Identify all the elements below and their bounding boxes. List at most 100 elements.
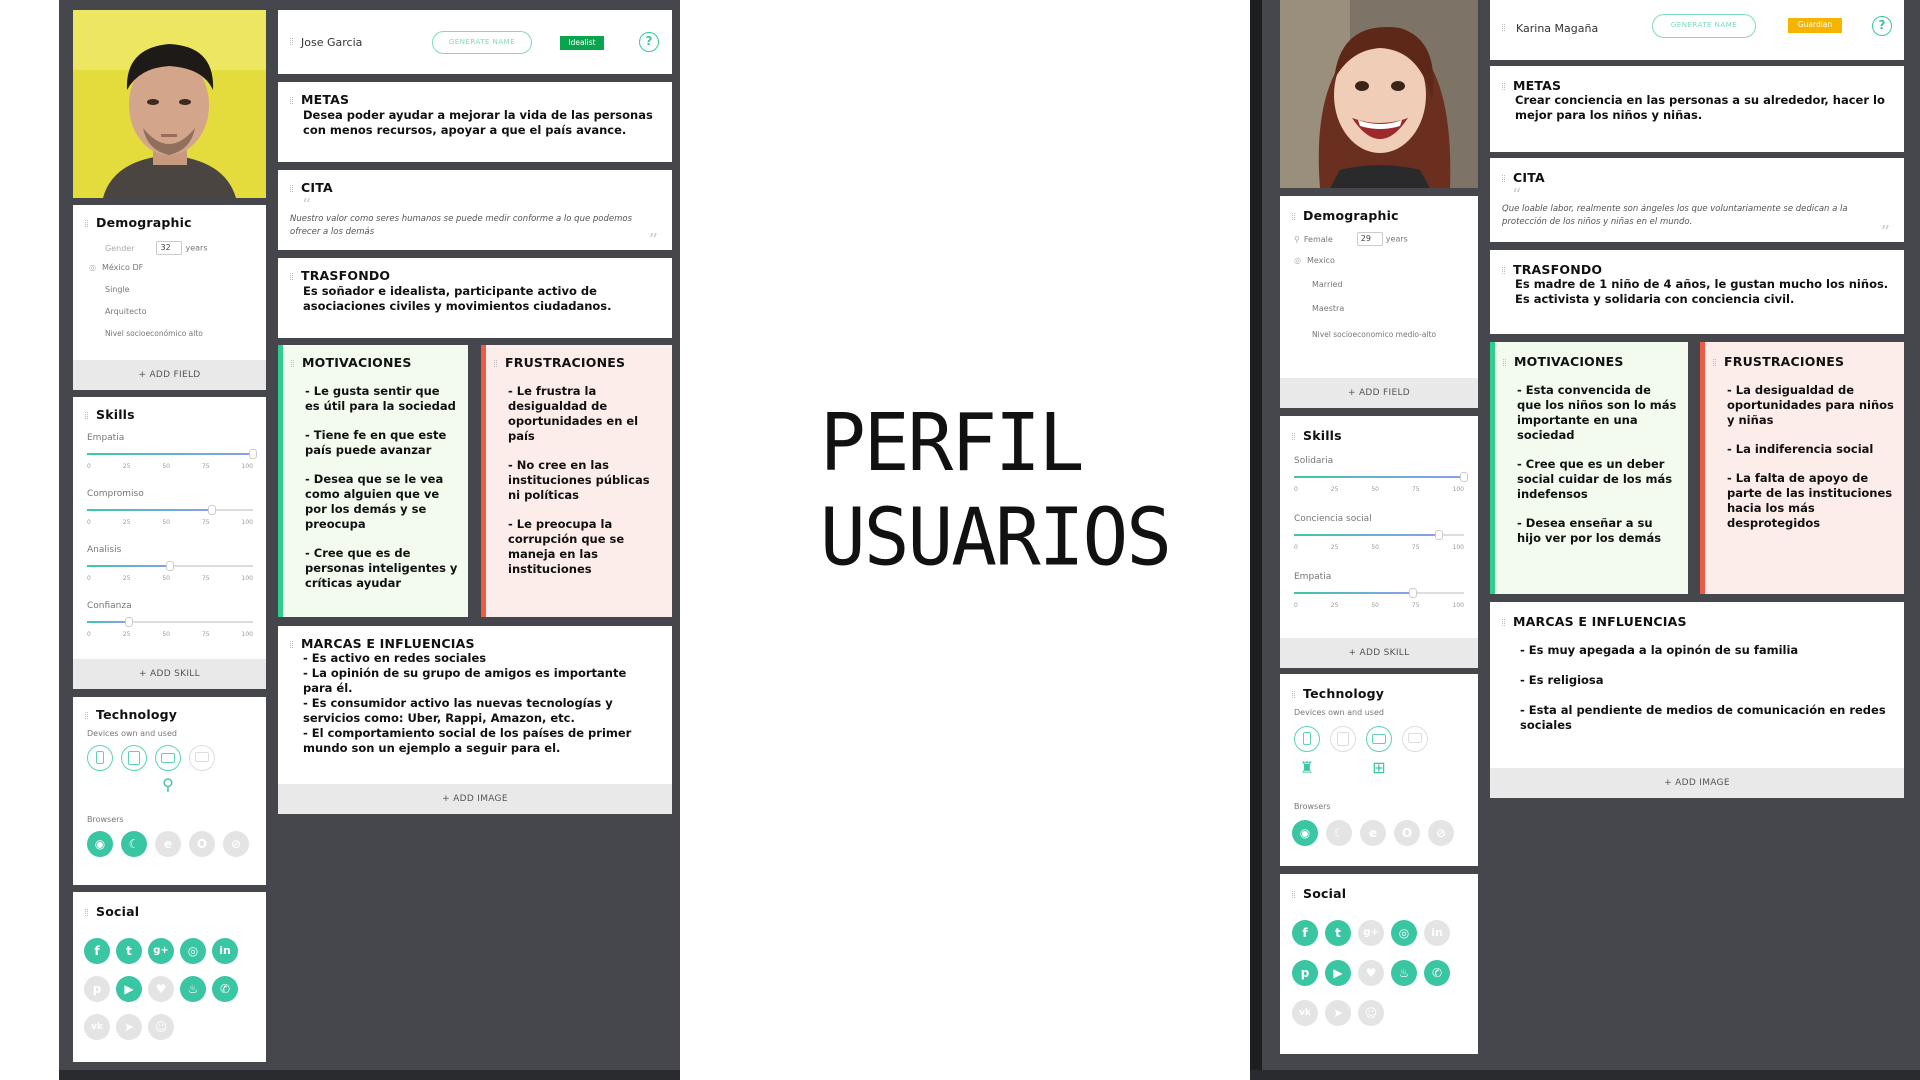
youtube-icon[interactable]: ▶	[1325, 960, 1351, 986]
motivacion-item[interactable]: - Cree que es de personas inteligentes y…	[305, 546, 458, 591]
skill-slider-handle[interactable]	[1409, 588, 1417, 598]
skill-name[interactable]: Solidaria	[1294, 456, 1333, 466]
drag-handle[interactable]	[1502, 175, 1505, 182]
frustracion-item[interactable]: - Le preocupa la corrupción que se manej…	[508, 517, 662, 577]
google-plus-icon[interactable]: g+	[148, 938, 174, 964]
vk-icon[interactable]: vk	[1292, 1000, 1318, 1026]
drag-handle[interactable]	[1502, 24, 1505, 31]
linux-icon[interactable]: ⚲	[158, 775, 178, 795]
drag-handle[interactable]	[290, 38, 293, 45]
drag-handle[interactable]	[1292, 433, 1295, 440]
instagram-icon[interactable]: ◎	[180, 938, 206, 964]
marca-item[interactable]: - La opinión de su grupo de amigos es im…	[303, 666, 658, 696]
linkedin-icon[interactable]: in	[212, 938, 238, 964]
frustracion-item[interactable]: - La desigualdad de oportunidades para n…	[1727, 383, 1894, 428]
snapchat-icon[interactable]: ♨	[180, 976, 206, 1002]
drag-handle[interactable]	[1503, 359, 1506, 366]
age-stepper[interactable]: 29	[1356, 232, 1383, 246]
linkedin-icon[interactable]: in	[1424, 920, 1450, 946]
ie-icon[interactable]: e	[155, 831, 181, 857]
frustracion-item[interactable]: - Le frustra la desigualdad de oportunid…	[508, 384, 662, 444]
drag-handle[interactable]	[290, 185, 293, 192]
marca-item[interactable]: - Es muy apegada a la opinón de su famil…	[1520, 643, 1890, 658]
smartphone-icon[interactable]	[1294, 726, 1320, 752]
foursquare-icon[interactable]: ♥	[148, 976, 174, 1002]
frustracion-item[interactable]: - La indiferencia social	[1727, 442, 1894, 457]
level-field[interactable]: Nivel socioeconómico alto	[105, 329, 203, 338]
drag-handle[interactable]	[1502, 83, 1505, 90]
firefox-icon[interactable]: ☾	[1326, 820, 1352, 846]
skill-slider[interactable]	[87, 505, 253, 515]
gender-field[interactable]: ⚲ Female 29 years	[1294, 232, 1408, 246]
status-field[interactable]: Single	[105, 285, 130, 294]
facebook-icon[interactable]: f	[84, 938, 110, 964]
opera-icon[interactable]: O	[1394, 820, 1420, 846]
telegram-icon[interactable]: ➤	[1325, 1000, 1351, 1026]
drag-handle[interactable]	[85, 712, 88, 719]
snapchat-icon[interactable]: ♨	[1391, 960, 1417, 986]
cita-body[interactable]: Nuestro valor como seres humanos se pued…	[290, 213, 660, 239]
job-field[interactable]: Arquitecto	[105, 307, 146, 316]
gender-value[interactable]: Gender	[105, 244, 134, 253]
add-image-button[interactable]: + ADD IMAGE	[1490, 768, 1904, 798]
persona-type-tag[interactable]: Idealist	[560, 36, 604, 50]
windows-icon[interactable]: ⊞	[1369, 758, 1389, 778]
skill-slider[interactable]	[1294, 530, 1464, 540]
facebook-icon[interactable]: f	[1292, 920, 1318, 946]
whatsapp-icon[interactable]: ✆	[1424, 960, 1450, 986]
reddit-icon[interactable]: ☺	[1358, 1000, 1384, 1026]
vk-icon[interactable]: vk	[84, 1014, 110, 1040]
skill-name[interactable]: Empatia	[87, 433, 124, 443]
smartphone-icon[interactable]	[87, 745, 113, 771]
drag-handle[interactable]	[1292, 691, 1295, 698]
skill-slider-handle[interactable]	[166, 561, 174, 571]
skill-name[interactable]: Confianza	[87, 601, 132, 611]
google-plus-icon[interactable]: g+	[1358, 920, 1384, 946]
location-value[interactable]: México DF	[102, 263, 143, 272]
skill-name[interactable]: Compromiso	[87, 489, 144, 499]
marca-item[interactable]: - Esta al pendiente de medios de comunic…	[1520, 703, 1890, 733]
add-field-button[interactable]: + ADD FIELD	[1280, 378, 1478, 408]
tablet-icon[interactable]	[121, 745, 147, 771]
youtube-icon[interactable]: ▶	[116, 976, 142, 1002]
drag-handle[interactable]	[85, 220, 88, 227]
desktop-icon[interactable]	[1402, 726, 1428, 752]
telegram-icon[interactable]: ➤	[116, 1014, 142, 1040]
marca-item[interactable]: - Es religiosa	[1520, 673, 1890, 688]
drag-handle[interactable]	[1502, 619, 1505, 626]
laptop-icon[interactable]	[155, 745, 181, 771]
generate-name-button[interactable]: GENERATE NAME	[1652, 14, 1756, 38]
motivacion-item[interactable]: - Desea enseñar a su hijo ver por los de…	[1517, 516, 1678, 546]
chrome-icon[interactable]: ◉	[1292, 820, 1318, 846]
persona-name[interactable]: Jose Garcia	[301, 36, 362, 49]
safari-icon[interactable]: ⊘	[1428, 820, 1454, 846]
pinterest-icon[interactable]: p	[84, 976, 110, 1002]
motivacion-item[interactable]: - Le gusta sentir que es útil para la so…	[305, 384, 458, 414]
skill-slider-handle[interactable]	[1434, 530, 1443, 540]
ie-icon[interactable]: e	[1360, 820, 1386, 846]
status-field[interactable]: Married	[1312, 280, 1342, 289]
chrome-icon[interactable]: ◉	[87, 831, 113, 857]
location-field[interactable]: ◎ México DF	[89, 263, 143, 272]
add-skill-button[interactable]: + ADD SKILL	[1280, 638, 1478, 668]
laptop-icon[interactable]	[1366, 726, 1392, 752]
motivacion-item[interactable]: - Cree que es un deber social cuidar de …	[1517, 457, 1678, 502]
skill-slider-handle[interactable]	[1460, 472, 1468, 482]
motivacion-item[interactable]: - Desea que se le vea como alguien que v…	[305, 472, 458, 532]
instagram-icon[interactable]: ◎	[1391, 920, 1417, 946]
android-icon[interactable]: ♜	[1297, 758, 1317, 778]
skill-name[interactable]: Analisis	[87, 545, 121, 555]
safari-icon[interactable]: ⊘	[223, 831, 249, 857]
foursquare-icon[interactable]: ♥	[1358, 960, 1384, 986]
persona-name[interactable]: Karina Magaña	[1516, 22, 1598, 35]
pinterest-icon[interactable]: p	[1292, 960, 1318, 986]
twitter-icon[interactable]: t	[116, 938, 142, 964]
marca-item[interactable]: - Es activo en redes sociales	[303, 651, 658, 666]
gender-value[interactable]: Female	[1304, 235, 1333, 244]
twitter-icon[interactable]: t	[1325, 920, 1351, 946]
marca-item[interactable]: - El comportamiento social de los países…	[303, 726, 658, 756]
marca-item[interactable]: - Es consumidor activo las nuevas tecnol…	[303, 696, 658, 726]
gender-field[interactable]: Gender 32 years	[105, 241, 208, 255]
location-value[interactable]: Mexico	[1307, 256, 1335, 265]
skill-slider[interactable]	[1294, 588, 1464, 598]
